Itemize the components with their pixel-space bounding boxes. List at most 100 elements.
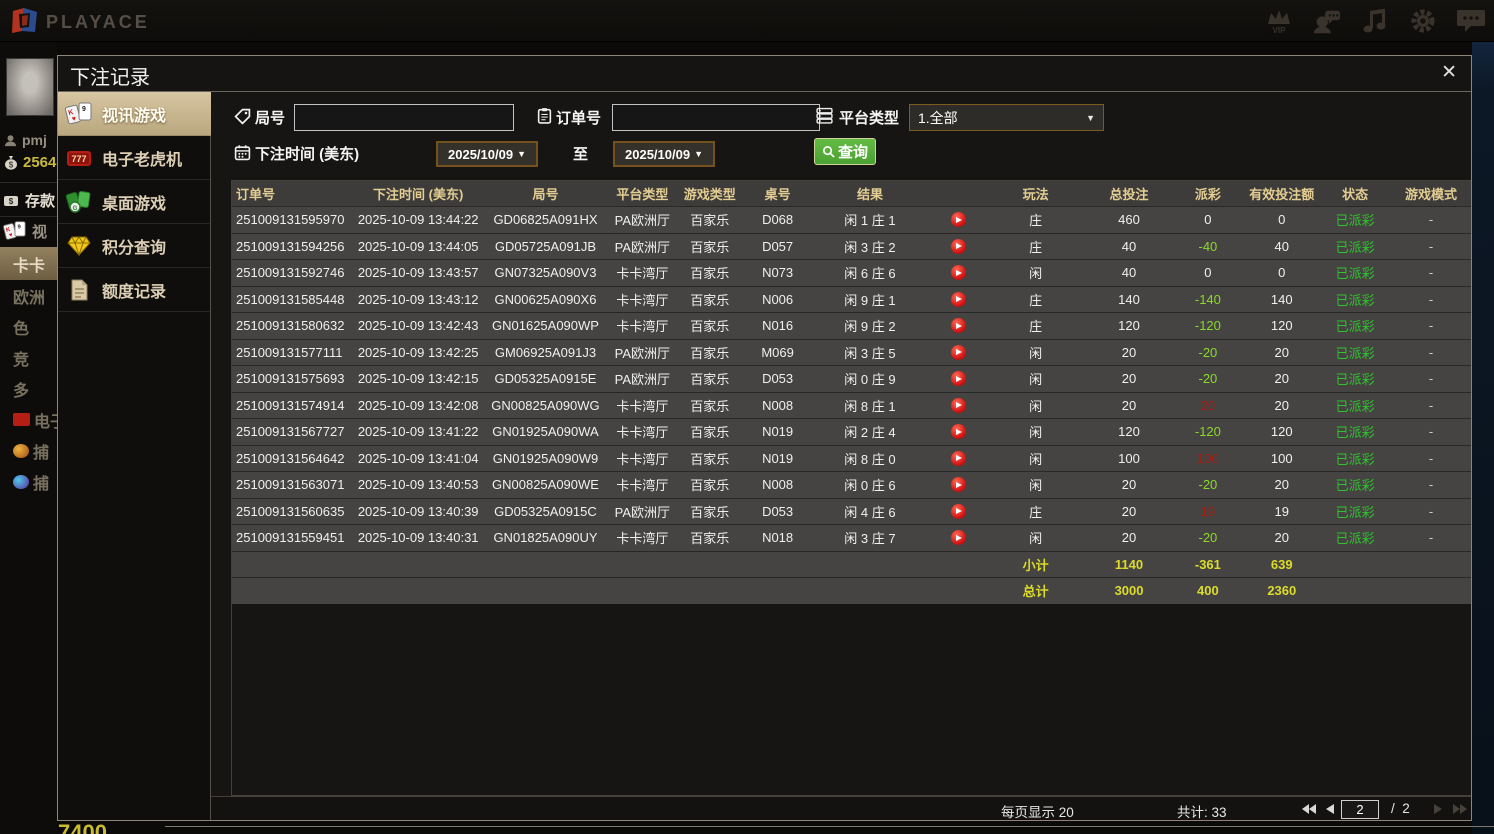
- replay-button[interactable]: [951, 398, 966, 413]
- cell-platform: PA欧洲厅: [611, 366, 673, 392]
- money-bag-icon: $: [4, 155, 18, 170]
- total-round_no: [480, 578, 612, 604]
- cell-mode: -: [1390, 366, 1471, 392]
- date-from-value: 2025/10/09: [448, 147, 513, 162]
- play-icon: [956, 482, 962, 488]
- play-icon: [956, 296, 962, 302]
- round-no-input[interactable]: [294, 104, 514, 131]
- play-icon: [956, 349, 962, 355]
- total-table_no: [746, 578, 809, 604]
- replay-button[interactable]: [951, 212, 966, 227]
- cell-status: 已派彩: [1320, 313, 1390, 339]
- replay-button[interactable]: [951, 424, 966, 439]
- cell-valid_bet: 0: [1243, 207, 1320, 233]
- menu-item-points[interactable]: 积分查询: [58, 224, 210, 268]
- settings-gear-icon[interactable]: [1408, 6, 1438, 36]
- cell-status: 已派彩: [1320, 525, 1390, 551]
- cell-valid_bet: 20: [1243, 525, 1320, 551]
- date-to-select[interactable]: 2025/10/09 ▼: [613, 141, 715, 167]
- cell-order_no: 251009131575693: [232, 366, 357, 392]
- cell-platform: 卡卡湾厅: [611, 260, 673, 286]
- round-no-label: 局号: [255, 107, 285, 128]
- bet-time-label: 下注时间 (美东): [255, 143, 359, 164]
- menu-item-slots[interactable]: 777 电子老虎机: [58, 136, 210, 180]
- table-body: 2510091315959702025-10-09 13:44:22GD0682…: [232, 206, 1471, 604]
- replay-button[interactable]: [951, 371, 966, 386]
- page-number-input[interactable]: [1341, 800, 1379, 819]
- cell-play: 庄: [986, 499, 1086, 525]
- support-icon[interactable]: [1312, 6, 1342, 36]
- menu-item-quota-records[interactable]: 额度记录: [58, 268, 210, 312]
- cell-table_no: N006: [746, 287, 809, 313]
- cell-payout: -20: [1172, 366, 1243, 392]
- replay-button[interactable]: [951, 345, 966, 360]
- cell-play: 闲: [986, 446, 1086, 472]
- cell-platform: 卡卡湾厅: [611, 419, 673, 445]
- total-platform: [611, 578, 673, 604]
- subtotal-platform: [611, 552, 673, 578]
- cell-play_btn: [931, 207, 986, 233]
- cell-table_no: N019: [746, 419, 809, 445]
- table-row: 2510091315927462025-10-09 13:43:57GN0732…: [232, 259, 1471, 286]
- cell-round_no: GN01625A090WP: [480, 313, 612, 339]
- column-header: 桌号: [746, 181, 809, 206]
- cell-result: 闲 9 庄 2: [809, 313, 931, 339]
- subtotal-payout: -361: [1172, 552, 1243, 578]
- replay-button[interactable]: [951, 292, 966, 307]
- deposit-icon: $: [4, 195, 20, 207]
- cell-round_no: GN01925A090WA: [480, 419, 612, 445]
- vip-icon[interactable]: VIP: [1264, 6, 1294, 36]
- replay-button[interactable]: [951, 504, 966, 519]
- replay-button[interactable]: [951, 265, 966, 280]
- platform-type-select[interactable]: 1.全部 ▼: [909, 104, 1104, 131]
- replay-button[interactable]: [951, 239, 966, 254]
- to-label: 至: [573, 143, 588, 164]
- cards-icon: K♥ 9: [2, 220, 28, 242]
- bg-nav-item: 竞: [0, 342, 57, 373]
- close-icon[interactable]: ✕: [1441, 62, 1457, 84]
- order-no-input[interactable]: [612, 104, 820, 131]
- subtotal-table_no: [746, 552, 809, 578]
- cell-status: 已派彩: [1320, 260, 1390, 286]
- music-icon[interactable]: [1360, 6, 1390, 36]
- cell-bet_time: 2025-10-09 13:43:12: [357, 287, 480, 313]
- play-icon: [956, 402, 962, 408]
- cell-status: 已派彩: [1320, 287, 1390, 313]
- date-from-select[interactable]: 2025/10/09 ▼: [436, 141, 538, 167]
- bg-nav-label: 卡卡: [13, 252, 45, 276]
- replay-button[interactable]: [951, 530, 966, 545]
- replay-button[interactable]: [951, 451, 966, 466]
- cell-payout: 20: [1172, 393, 1243, 419]
- chat-icon[interactable]: [1456, 6, 1486, 36]
- search-button[interactable]: 查询: [814, 138, 876, 165]
- play-icon: [956, 508, 962, 514]
- menu-item-table-games[interactable]: G 桌面游戏: [58, 180, 210, 224]
- cell-platform: PA欧洲厅: [611, 340, 673, 366]
- total-mode: [1390, 578, 1471, 604]
- betting-records-dialog: 下注记录 ✕ K♥ 9 视讯游戏 777: [57, 55, 1472, 821]
- order-no-label: 订单号: [556, 107, 601, 128]
- cell-status: 已派彩: [1320, 393, 1390, 419]
- first-page-button[interactable]: [1299, 801, 1317, 817]
- replay-button[interactable]: [951, 318, 966, 333]
- menu-label: 桌面游戏: [102, 190, 166, 214]
- cell-platform: 卡卡湾厅: [611, 472, 673, 498]
- subtotal-result: [809, 552, 931, 578]
- menu-item-video-games[interactable]: K♥ 9 视讯游戏: [58, 92, 230, 136]
- bg-nav-item: 欧洲: [0, 280, 57, 311]
- cell-round_no: GD05325A0915C: [480, 499, 612, 525]
- cell-game_type: 百家乐: [673, 260, 746, 286]
- cell-play_btn: [931, 313, 986, 339]
- total-payout: 400: [1172, 578, 1243, 604]
- replay-button[interactable]: [951, 477, 966, 492]
- next-page-button[interactable]: [1429, 801, 1447, 817]
- table-row: 2510091315606352025-10-09 13:40:39GD0532…: [232, 498, 1471, 525]
- prev-page-button[interactable]: [1321, 801, 1339, 817]
- cell-status: 已派彩: [1320, 419, 1390, 445]
- gem-icon: [64, 233, 94, 259]
- cell-result: 闲 4 庄 6: [809, 499, 931, 525]
- cell-game_type: 百家乐: [673, 366, 746, 392]
- last-page-button[interactable]: [1451, 801, 1469, 817]
- cell-mode: -: [1390, 287, 1471, 313]
- cell-bet_time: 2025-10-09 13:41:22: [357, 419, 480, 445]
